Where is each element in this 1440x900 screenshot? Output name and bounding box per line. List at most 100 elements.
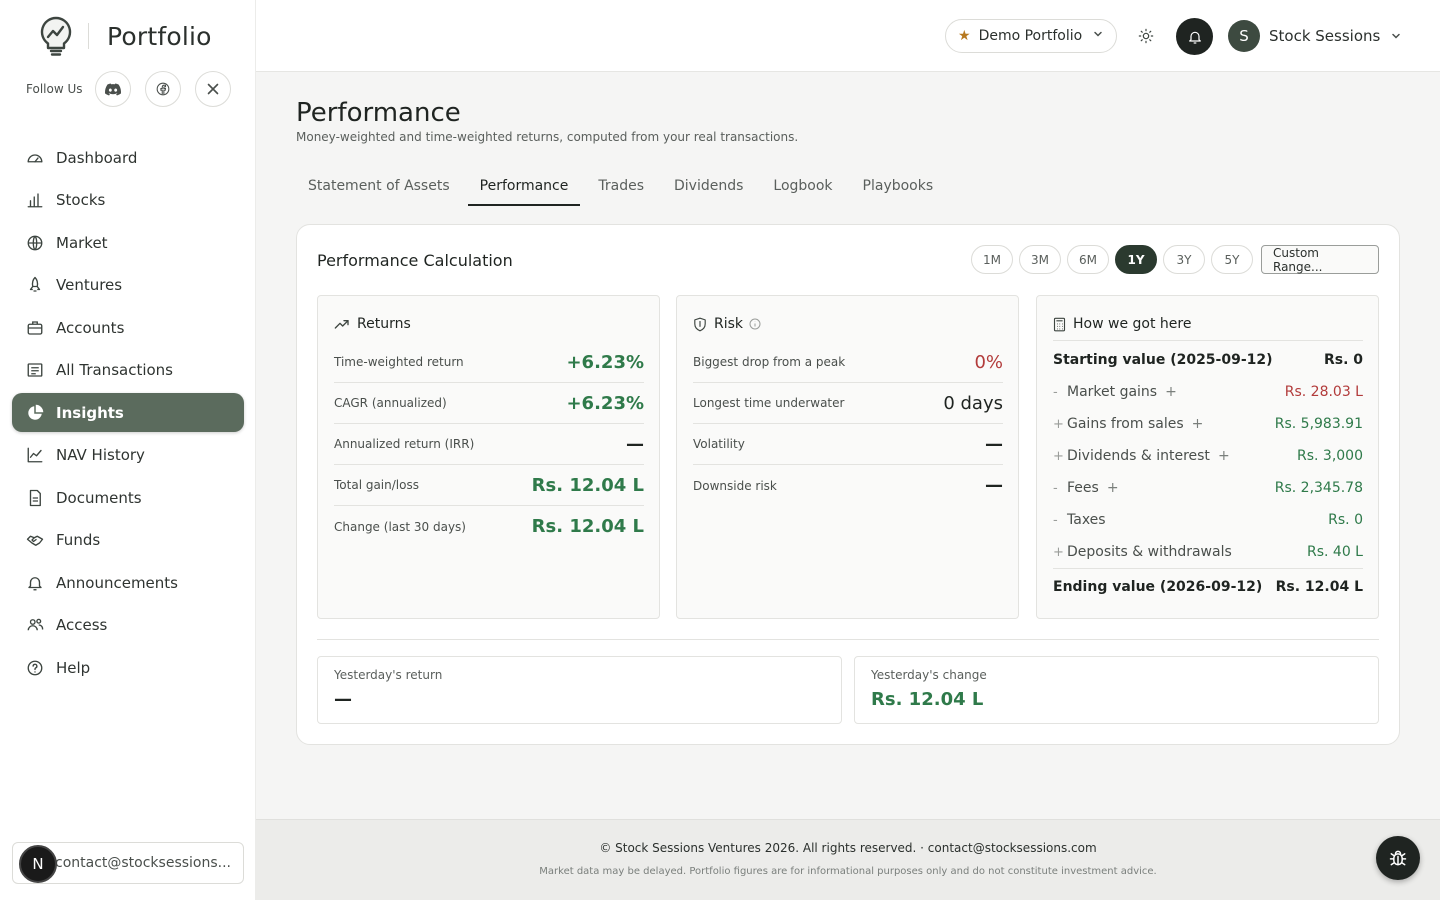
receipt-icon <box>25 360 45 380</box>
notifications-button[interactable] <box>1176 18 1213 55</box>
range-3m[interactable]: 3M <box>1019 245 1061 274</box>
users-icon <box>25 615 45 635</box>
sidebar-item-stocks[interactable]: Stocks <box>12 181 244 220</box>
brand[interactable]: Portfolio <box>36 12 212 60</box>
yesterday-return-value: — <box>334 689 352 710</box>
tab-trades[interactable]: Trades <box>586 168 656 206</box>
user-avatar: N <box>19 845 57 883</box>
metric-value: — <box>985 475 1003 496</box>
portfolio-name: Demo Portfolio <box>978 28 1083 44</box>
sidebar-item-insights[interactable]: Insights <box>12 393 244 432</box>
sidebar-item-funds[interactable]: Funds <box>12 521 244 560</box>
portfolio-selector[interactable]: ★ Demo Portfolio <box>945 19 1117 53</box>
sidebar-item-help[interactable]: Help <box>12 648 244 687</box>
metric-value: — <box>626 433 644 455</box>
how-header: How we got here <box>1053 316 1191 332</box>
sidebar-item-documents[interactable]: Documents <box>12 478 244 517</box>
how-label: Deposits & withdrawals <box>1067 544 1232 560</box>
how-start-label: Starting value (2025-09-12) <box>1053 352 1273 368</box>
sidebar-item-label: Market <box>56 233 108 252</box>
sidebar-item-label: Accounts <box>56 318 125 337</box>
how-row: - Fees + Rs. 2,345.78 <box>1053 472 1363 504</box>
sidebar-item-all-transactions[interactable]: All Transactions <box>12 351 244 390</box>
expand-icon[interactable]: + <box>1192 416 1204 432</box>
brand-name: Portfolio <box>107 21 212 51</box>
user-email: contact@stocksessions.... <box>55 855 231 871</box>
range-3y[interactable]: 3Y <box>1163 245 1205 274</box>
custom-range-button[interactable]: Custom Range... <box>1261 245 1379 274</box>
footer-disclaimer: Market data may be delayed. Portfolio fi… <box>539 866 1157 877</box>
sidebar-item-label: Insights <box>56 403 124 422</box>
footer-copyright: © Stock Sessions Ventures 2026. All righ… <box>599 841 1097 855</box>
sidebar-item-label: Announcements <box>56 573 178 592</box>
card-divider <box>317 639 1379 640</box>
gauge-icon <box>25 148 45 168</box>
expand-icon[interactable]: + <box>1165 384 1177 400</box>
range-5y[interactable]: 5Y <box>1211 245 1253 274</box>
tab-statement-of-assets[interactable]: Statement of Assets <box>296 168 462 206</box>
how-row-label-group: - Taxes <box>1053 512 1106 528</box>
sidebar-item-label: Stocks <box>56 191 106 209</box>
tab-playbooks[interactable]: Playbooks <box>851 168 946 206</box>
help-icon <box>25 658 45 678</box>
yesterday-change-value: Rs. 12.04 L <box>871 689 984 710</box>
metric-value: 0 days <box>943 392 1003 414</box>
theme-toggle-button[interactable] <box>1134 24 1158 48</box>
briefcase-icon <box>25 318 45 338</box>
sidebar-item-dashboard[interactable]: Dashboard <box>12 138 244 177</box>
account-menu[interactable]: S Stock Sessions <box>1228 20 1402 52</box>
rocket-icon <box>25 275 45 295</box>
topbar: ★ Demo Portfolio S Stock Sessions <box>256 0 1440 72</box>
metric-value: +6.23% <box>566 351 644 373</box>
sidebar-item-announcements[interactable]: Announcements <box>12 563 244 602</box>
range-6m[interactable]: 6M <box>1067 245 1109 274</box>
sidebar-item-label: Ventures <box>56 276 123 294</box>
tab-performance[interactable]: Performance <box>467 168 581 206</box>
risk-panel: Risk Biggest drop from a peak 0% Longest… <box>676 295 1019 619</box>
range-1m[interactable]: 1M <box>971 245 1013 274</box>
sidebar-item-ventures[interactable]: Ventures <box>12 266 244 305</box>
how-sign: + <box>1053 448 1064 464</box>
tab-logbook[interactable]: Logbook <box>761 168 844 206</box>
follow-us-label: Follow Us <box>26 82 83 96</box>
pie-chart-icon <box>25 403 45 423</box>
metric-row: Downside risk — <box>693 465 1003 506</box>
how-label: Market gains <box>1067 384 1158 400</box>
how-end-value: Rs. 12.04 L <box>1275 579 1363 595</box>
brand-divider <box>88 23 89 49</box>
discord-button[interactable] <box>94 71 131 107</box>
sidebar-nav: Dashboard Stocks Market Ventures Account… <box>12 138 244 691</box>
sidebar-item-nav-history[interactable]: NAV History <box>12 436 244 475</box>
lightbulb-chart-icon <box>36 12 76 60</box>
how-label: Fees <box>1067 480 1099 496</box>
globe-icon <box>25 233 45 253</box>
how-sign: + <box>1053 416 1064 432</box>
sidebar-item-accounts[interactable]: Accounts <box>12 308 244 347</box>
metric-label: Volatility <box>693 437 745 451</box>
report-bug-button[interactable] <box>1376 836 1420 880</box>
facebook-button[interactable] <box>144 71 181 107</box>
how-start-row: Starting value (2025-09-12) Rs. 0 <box>1053 344 1363 376</box>
how-row: - Taxes Rs. 0 <box>1053 504 1363 536</box>
expand-icon[interactable]: + <box>1218 448 1230 464</box>
sidebar-item-access[interactable]: Access <box>12 606 244 645</box>
user-menu[interactable]: N contact@stocksessions.... <box>12 842 244 884</box>
how-sign: + <box>1053 544 1064 560</box>
how-divider <box>1053 568 1363 569</box>
how-row-label-group: + Dividends & interest + <box>1053 448 1230 464</box>
chevron-down-icon <box>1390 27 1402 46</box>
tab-dividends[interactable]: Dividends <box>662 168 755 206</box>
info-icon[interactable] <box>749 318 761 330</box>
how-sign: - <box>1053 512 1058 528</box>
expand-icon[interactable]: + <box>1107 480 1119 496</box>
metric-row: Time-weighted return +6.23% <box>334 342 644 383</box>
x-button[interactable] <box>194 71 231 107</box>
bell-icon <box>1188 31 1201 44</box>
bar-chart-icon <box>25 190 45 210</box>
sidebar-item-label: Documents <box>56 488 142 507</box>
metric-row: Annualized return (IRR) — <box>334 424 644 465</box>
range-1y[interactable]: 1Y <box>1115 245 1157 274</box>
page-subtitle: Money-weighted and time-weighted returns… <box>296 130 799 144</box>
star-icon: ★ <box>958 28 971 44</box>
sidebar-item-market[interactable]: Market <box>12 223 244 262</box>
